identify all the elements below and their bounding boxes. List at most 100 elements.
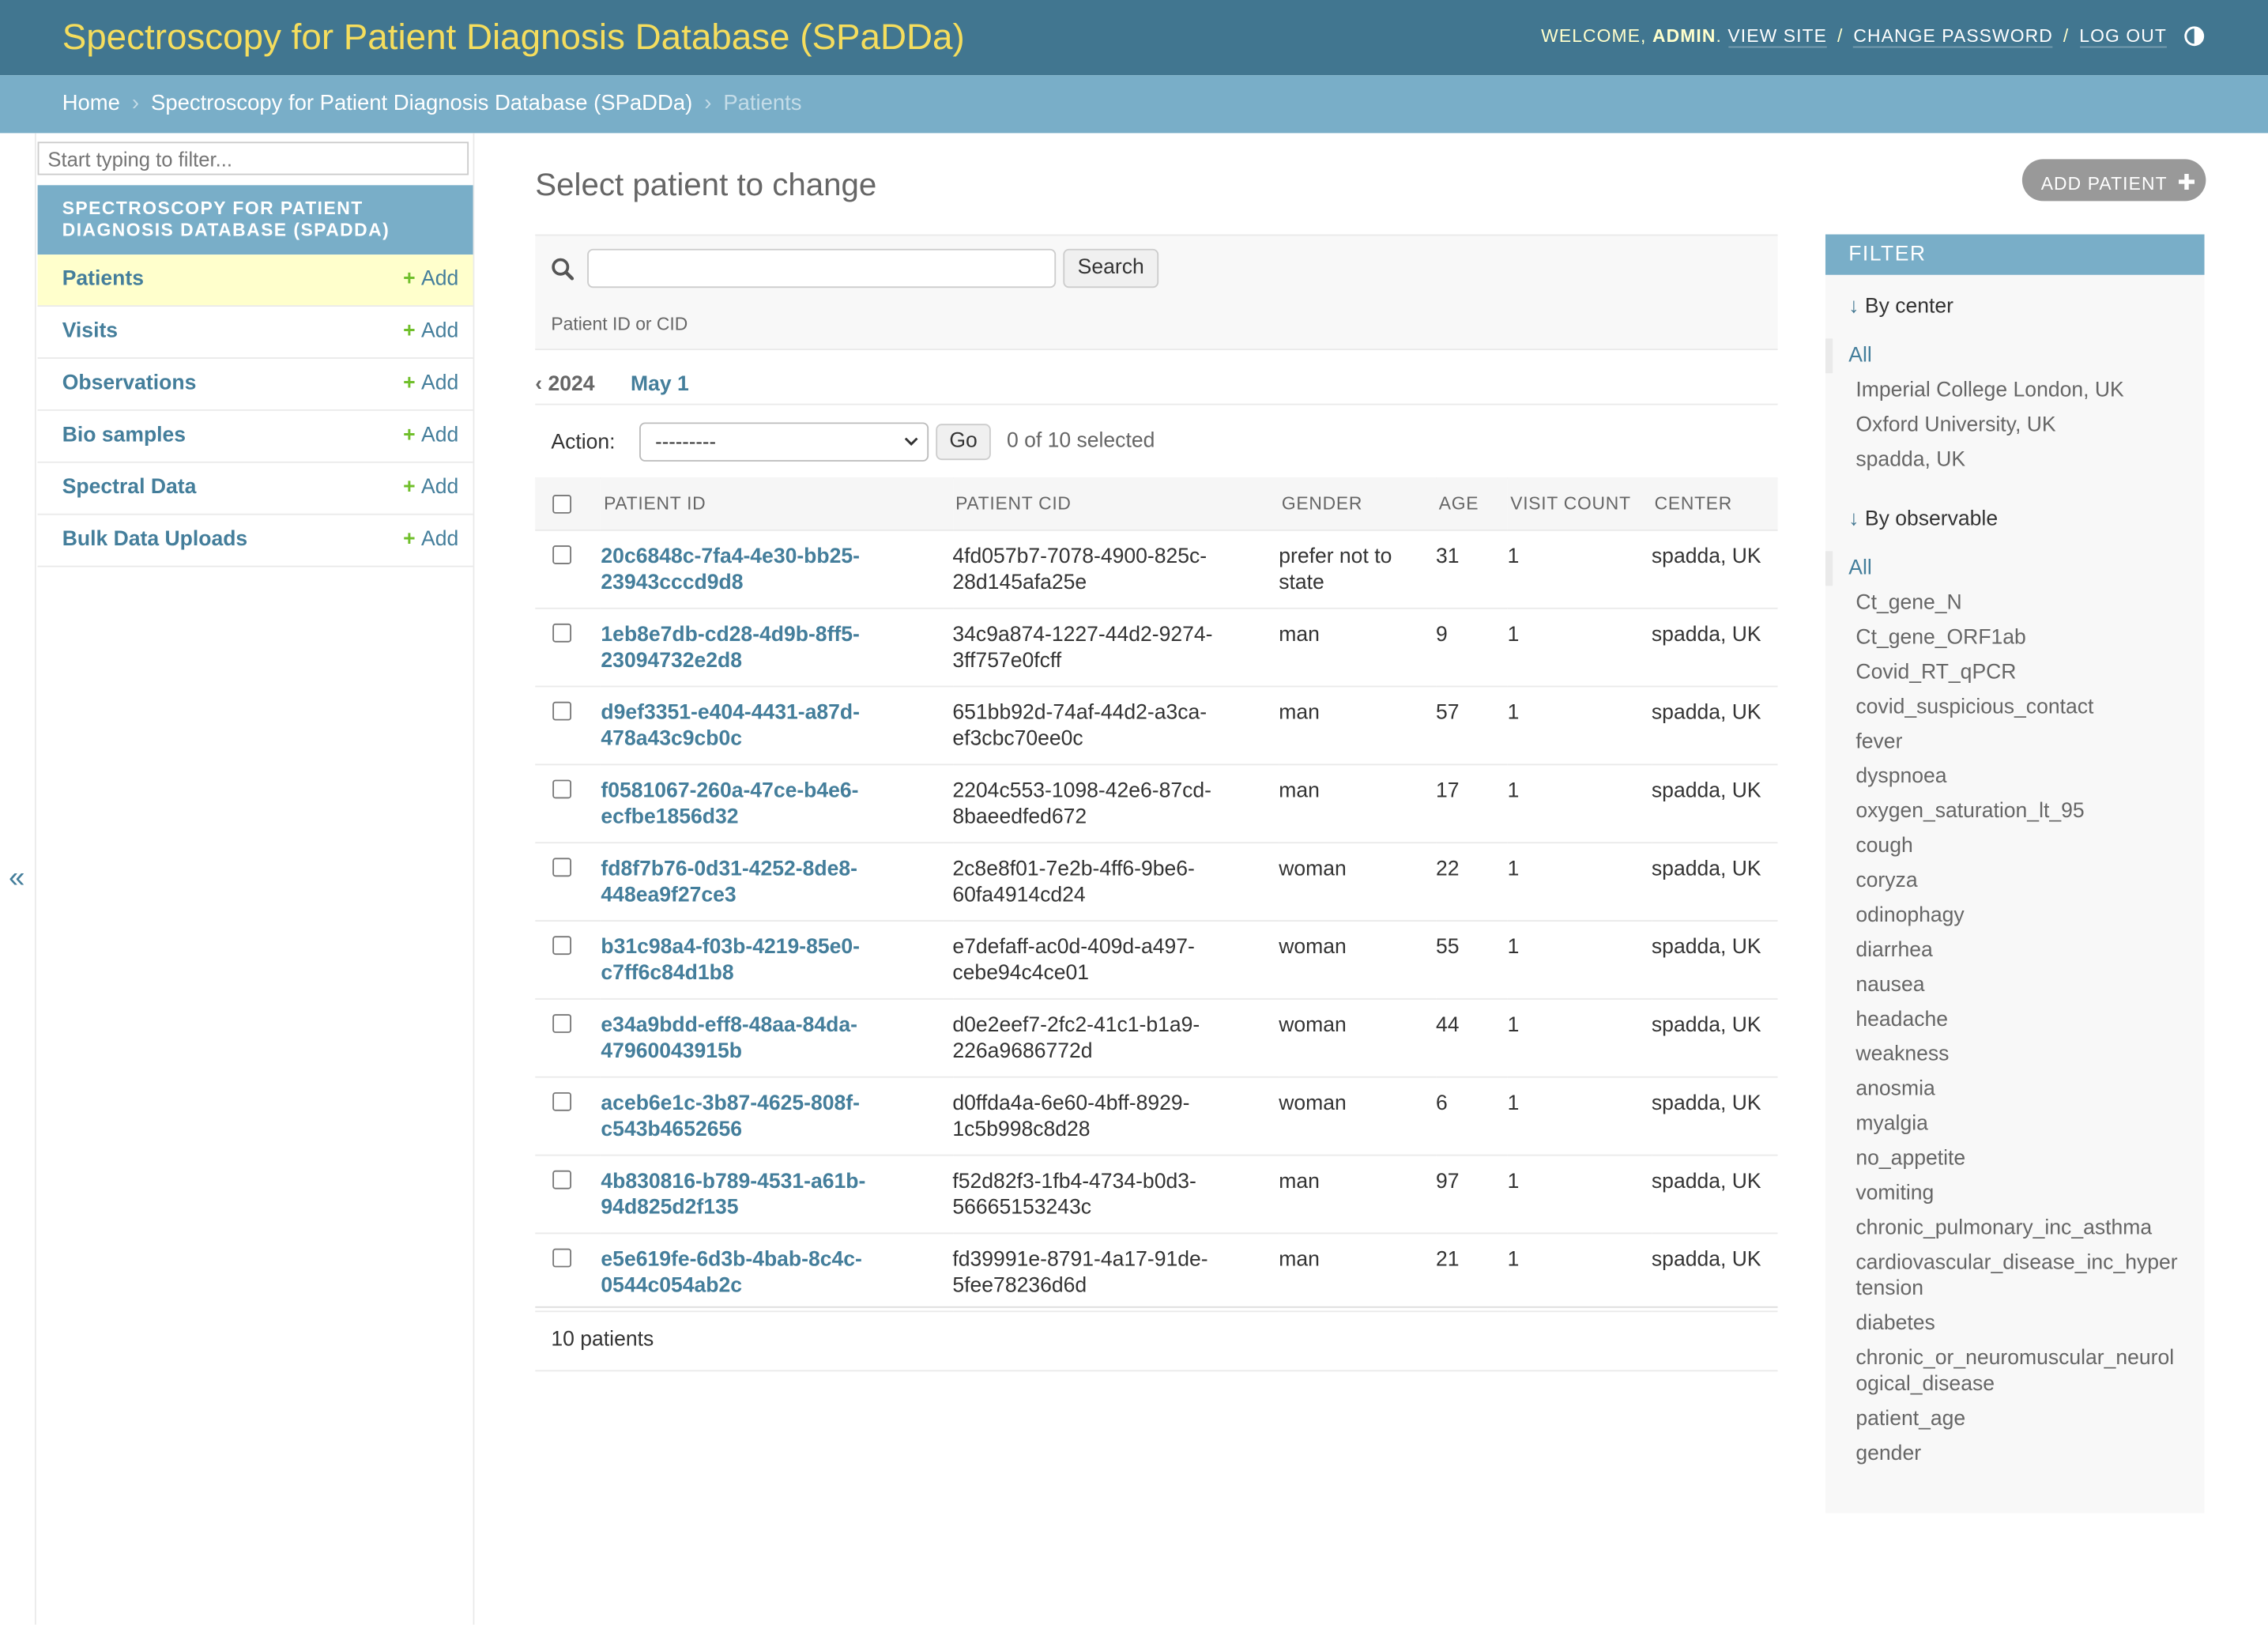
filter-option[interactable]: Covid_RT_qPCR — [1825, 655, 2205, 690]
collapse-sidebar-icon[interactable]: « — [9, 862, 24, 895]
column-header-visit-count[interactable]: VISIT COUNT — [1507, 477, 1652, 531]
date-day-link[interactable]: May 1 — [631, 373, 689, 396]
add-spectral-data-link[interactable]: + Add — [403, 476, 458, 499]
add-bio-samples-link[interactable]: + Add — [403, 424, 458, 447]
search-input[interactable] — [587, 248, 1057, 288]
sidebar-item-label[interactable]: Bio samples — [62, 424, 186, 447]
sidebar-item-label[interactable]: Observations — [62, 371, 197, 394]
go-button[interactable]: Go — [936, 424, 991, 461]
row-checkbox[interactable] — [552, 1248, 572, 1268]
filter-option[interactable]: myalgia — [1825, 1107, 2205, 1141]
row-checkbox[interactable] — [552, 1170, 572, 1190]
filter-option[interactable]: Oxford University, UK — [1825, 408, 2205, 443]
row-checkbox[interactable] — [552, 936, 572, 956]
select-all-checkbox[interactable] — [552, 494, 572, 514]
filter-option[interactable]: coryza — [1825, 864, 2205, 899]
filter-option[interactable]: diarrhea — [1825, 933, 2205, 968]
add-bulk-data-uploads-link[interactable]: + Add — [403, 528, 458, 551]
filter-option[interactable]: vomiting — [1825, 1176, 2205, 1211]
filter-option[interactable]: dyspnoea — [1825, 760, 2205, 794]
sidebar-item-label[interactable]: Spectral Data — [62, 476, 197, 499]
visit-count-cell: 1 — [1507, 998, 1652, 1078]
filter-option[interactable]: no_appetite — [1825, 1141, 2205, 1176]
column-header-gender[interactable]: GENDER — [1279, 477, 1437, 531]
filter-option[interactable]: odinophagy — [1825, 899, 2205, 933]
visit-count-cell: 1 — [1507, 843, 1652, 922]
plus-icon: + — [403, 319, 416, 343]
patient-id-link[interactable]: b31c98a4-f03b-4219-85e0- c7ff6c84d1b8 — [601, 936, 860, 985]
filter-option[interactable]: fever — [1825, 725, 2205, 760]
filter-option[interactable]: Ct_gene_N — [1825, 586, 2205, 620]
breadcrumb-home[interactable]: Home — [62, 91, 120, 115]
row-checkbox[interactable] — [552, 1014, 572, 1033]
sidebar-item-bulk-data-uploads: Bulk Data Uploads + Add — [37, 515, 473, 567]
breadcrumb-app[interactable]: Spectroscopy for Patient Diagnosis Datab… — [151, 91, 692, 115]
filter-option[interactable]: All — [1825, 338, 2205, 374]
patient-id-link[interactable]: 1eb8e7db-cd28-4d9b-8ff5- 23094732e2d8 — [601, 624, 859, 673]
column-header-center[interactable]: CENTER — [1651, 477, 1778, 531]
patient-id-link[interactable]: f0581067-260a-47ce-b4e6- ecfbe1856d32 — [601, 780, 858, 829]
date-back-link[interactable]: ‹ 2024 — [535, 373, 594, 396]
theme-toggle-icon[interactable] — [2184, 26, 2205, 47]
sidebar-item-label[interactable]: Bulk Data Uploads — [62, 528, 247, 551]
column-header-patient-id[interactable]: PATIENT ID — [601, 477, 953, 531]
add-patients-link[interactable]: + Add — [403, 268, 458, 291]
observable-filter-list: All Ct_gene_N Ct_gene_ORF1ab Covid_RT_qPCR c… — [1825, 551, 2205, 1471]
filter-option[interactable]: headache — [1825, 1002, 2205, 1037]
filter-option[interactable]: covid_suspicious_contact — [1825, 690, 2205, 725]
view-site-link[interactable]: VIEW SITE — [1727, 25, 1827, 48]
filter-by-center-heading[interactable]: ↓ By center — [1848, 295, 1953, 318]
filter-option[interactable]: oxygen_saturation_lt_95 — [1825, 794, 2205, 829]
site-brand[interactable]: Spectroscopy for Patient Diagnosis Datab… — [62, 17, 965, 59]
filter-option[interactable]: spadda, UK — [1825, 443, 2205, 477]
filter-option[interactable]: anosmia — [1825, 1072, 2205, 1107]
nav-filter-input[interactable] — [37, 141, 469, 175]
patient-id-link[interactable]: fd8f7b76-0d31-4252-8de8- 448ea9f27ce3 — [601, 858, 857, 907]
filter-option[interactable]: cardiovascular_disease_inc_hypertension — [1825, 1246, 2205, 1306]
row-checkbox[interactable] — [552, 701, 572, 721]
action-select[interactable]: --------- — [639, 422, 929, 462]
arrow-down-icon: ↓ — [1848, 507, 1859, 531]
visit-count-cell: 1 — [1507, 1233, 1652, 1313]
patient-id-link[interactable]: 20c6848c-7fa4-4e30-bb25- 23943cccd9d8 — [601, 545, 860, 594]
add-observations-link[interactable]: + Add — [403, 371, 458, 394]
filter-option[interactable]: chronic_pulmonary_inc_asthma — [1825, 1211, 2205, 1246]
center-cell: spadda, UK — [1651, 1233, 1778, 1313]
filter-option[interactable]: gender — [1825, 1437, 2205, 1472]
patient-id-link[interactable]: e5e619fe-6d3b-4bab-8c4c- 0544c054ab2c — [601, 1249, 861, 1298]
filter-option[interactable]: weakness — [1825, 1037, 2205, 1072]
patient-id-link[interactable]: e34a9bdd-eff8-48aa-84da- 47960043915b — [601, 1014, 857, 1063]
filter-option[interactable]: cough — [1825, 829, 2205, 864]
log-out-link[interactable]: LOG OUT — [2079, 25, 2167, 48]
patient-id-link[interactable]: 4b830816-b789-4531-a61b- 94d825d2f135 — [601, 1171, 865, 1220]
row-checkbox[interactable] — [552, 779, 572, 799]
filter-option[interactable]: Ct_gene_ORF1ab — [1825, 620, 2205, 655]
filter-option[interactable]: All — [1825, 551, 2205, 586]
row-checkbox[interactable] — [552, 623, 572, 643]
patient-cid-cell: f52d82f3-1fb4-4734-b0d3- 56665153243c — [952, 1155, 1279, 1235]
add-visits-link[interactable]: + Add — [403, 320, 458, 343]
filter-by-observable-heading[interactable]: ↓ By observable — [1848, 507, 1998, 530]
plus-icon: ✚ — [2177, 170, 2197, 196]
row-checkbox[interactable] — [552, 858, 572, 877]
change-password-link[interactable]: CHANGE PASSWORD — [1853, 25, 2053, 48]
patient-id-link[interactable]: aceb6e1c-3b87-4625-808f-c543b4652656 — [601, 1092, 860, 1141]
row-checkbox[interactable] — [552, 1092, 572, 1111]
gender-cell: woman — [1279, 843, 1437, 922]
sidebar-item-observations: Observations + Add — [37, 359, 473, 411]
filter-option[interactable]: nausea — [1825, 968, 2205, 1003]
sidebar-item-label[interactable]: Patients — [62, 268, 144, 291]
age-cell: 57 — [1436, 686, 1508, 766]
search-button[interactable]: Search — [1063, 248, 1159, 288]
column-header-patient-cid[interactable]: PATIENT CID — [952, 477, 1279, 531]
filter-option[interactable]: diabetes — [1825, 1306, 2205, 1341]
column-header-age[interactable]: AGE — [1436, 477, 1508, 531]
filter-option[interactable]: patient_age — [1825, 1402, 2205, 1437]
filter-option[interactable]: Imperial College London, UK — [1825, 373, 2205, 408]
sidebar-item-label[interactable]: Visits — [62, 320, 118, 343]
patient-id-link[interactable]: d9ef3351-e404-4431-a87d- 478a43c9cb0c — [601, 702, 860, 751]
row-checkbox[interactable] — [552, 545, 572, 564]
add-patient-button[interactable]: ADD PATIENT ✚ — [2021, 159, 2206, 202]
filter-option[interactable]: chronic_or_neuromuscular_neurological_di… — [1825, 1341, 2205, 1402]
app-caption[interactable]: Spectroscopy for Patient Diagnosis Datab… — [37, 185, 473, 255]
